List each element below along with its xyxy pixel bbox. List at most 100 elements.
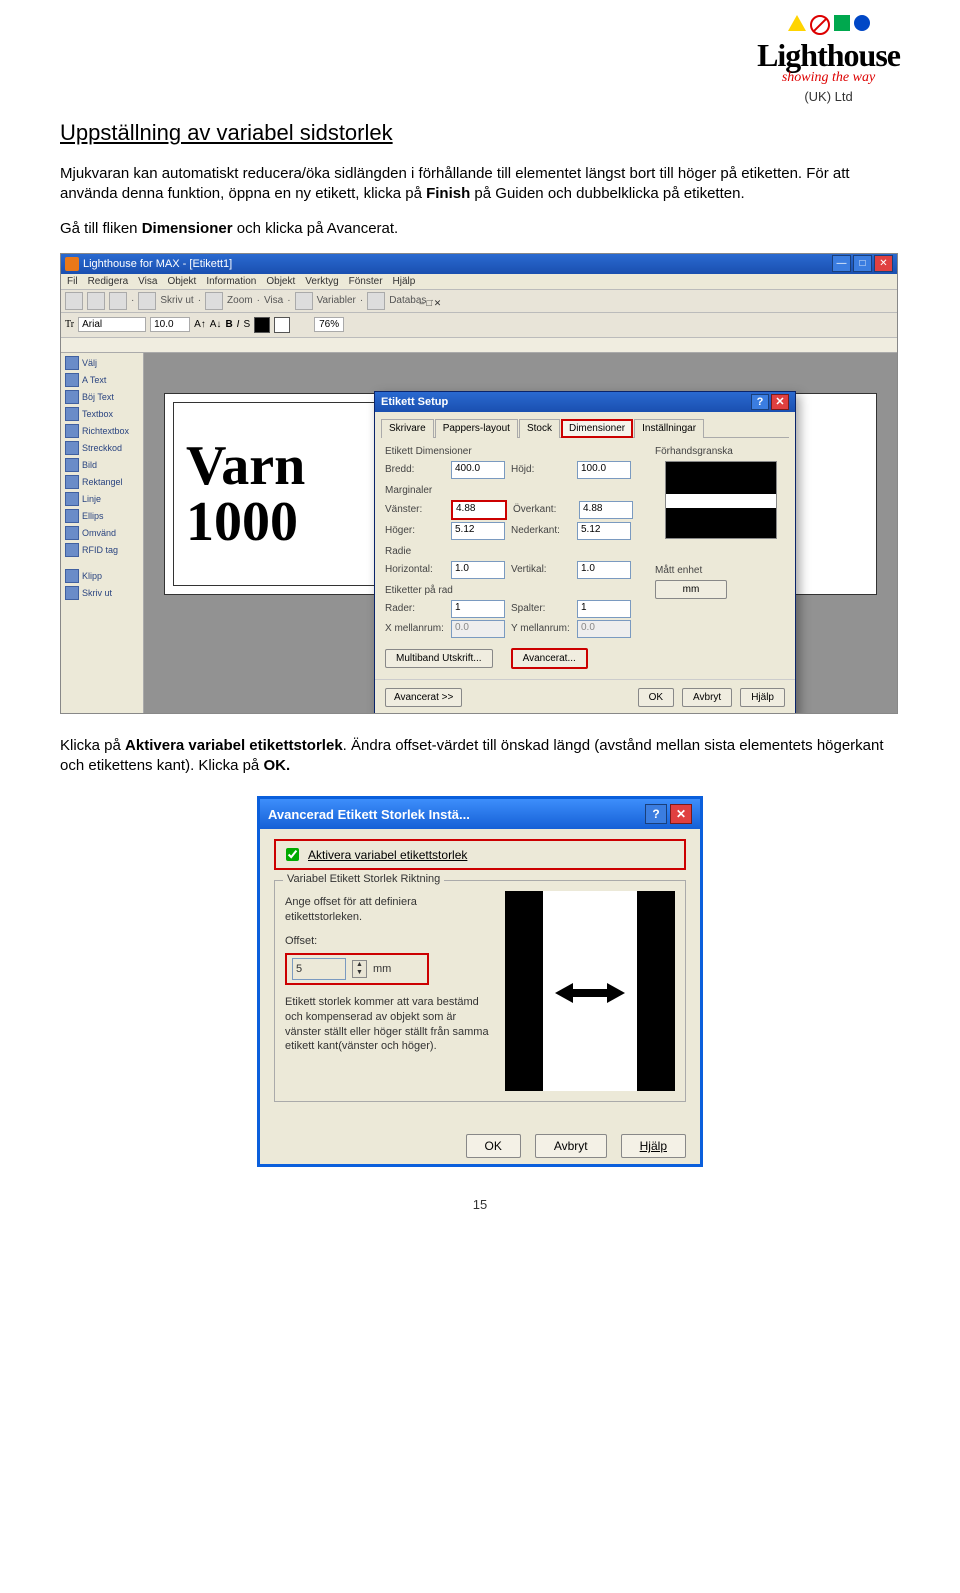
bold: Aktivera variabel etikettstorlek [125,737,343,754]
offset-input[interactable]: 5 [292,958,346,980]
child-max[interactable]: □ [426,298,431,309]
strike-icon[interactable]: S [243,319,250,330]
adv-close-button[interactable]: ✕ [670,804,692,824]
tool-barcode[interactable]: Streckkod [63,440,141,456]
btn-avancerat[interactable]: Avancerat... [511,648,588,669]
inp-hojd[interactable]: 100.0 [577,461,631,479]
tool-invert[interactable]: Omvänd [63,525,141,541]
inp-neder[interactable]: 5.12 [577,522,631,540]
btn-avbryt[interactable]: Avbryt [682,688,732,707]
inp-rader[interactable]: 1 [451,600,505,618]
group-radie: Radie [385,546,645,557]
tb-db-icon[interactable] [367,292,385,310]
btn-hjalp[interactable]: Hjälp [740,688,785,707]
canvas[interactable]: Varn 1000 Etikett Setup ? ✕ Skrivare Pap… [144,353,897,713]
font-size-input[interactable]: 10.0 [150,317,190,332]
direction-fieldset: Variabel Etikett Storlek Riktning Ange o… [274,880,686,1102]
spin-up-icon[interactable]: ▲ [353,961,366,969]
tool-label: Omvänd [82,528,116,538]
preview-box [665,461,777,539]
inp-hoger[interactable]: 5.12 [451,522,505,540]
tool-label: RFID tag [82,545,118,555]
inp-spalter[interactable]: 1 [577,600,631,618]
font-select[interactable]: Arial [78,317,146,332]
lbl-overkant: Överkant: [513,504,573,515]
color-fg[interactable] [254,317,270,333]
menu-verktyg[interactable]: Verktyg [305,276,338,287]
tb-zoom[interactable]: Zoom [227,295,253,306]
tb-visa[interactable]: Visa [264,295,283,306]
activate-checkbox[interactable] [286,848,299,861]
inp-vanster[interactable]: 4.88 [451,500,507,520]
inp-bredd[interactable]: 400.0 [451,461,505,479]
menu-objekt2[interactable]: Objekt [266,276,295,287]
lbl-vanster: Vänster: [385,504,445,515]
tool-arctext[interactable]: Böj Text [63,389,141,405]
tab-papper[interactable]: Pappers-layout [435,419,518,438]
italic-icon[interactable]: I [237,319,240,330]
minimize-button[interactable]: — [832,255,851,272]
bold-icon[interactable]: B [225,319,232,330]
tb-print-icon[interactable] [138,292,156,310]
tool-textbox[interactable]: Textbox [63,406,141,422]
tb-open-icon[interactable] [87,292,105,310]
adv-help-button[interactable]: ? [645,804,667,824]
tab-installningar[interactable]: Inställningar [634,419,704,438]
adv-avbryt-button[interactable]: Avbryt [535,1134,607,1158]
child-close[interactable]: ✕ [434,298,442,309]
tool-line[interactable]: Linje [63,491,141,507]
btn-ok[interactable]: OK [638,688,674,707]
tool-cut[interactable]: Klipp [63,568,141,584]
tool-rfid[interactable]: RFID tag [63,542,141,558]
rfid-icon [65,543,79,557]
menu-fil[interactable]: Fil [67,276,78,287]
menu-fonster[interactable]: Fönster [349,276,383,287]
inp-overkant[interactable]: 4.88 [579,501,633,519]
checkbox-row[interactable]: Aktivera variabel etikettstorlek [274,839,686,870]
menu-hjalp[interactable]: Hjälp [393,276,416,287]
tb-var-icon[interactable] [295,292,313,310]
unit-mm[interactable]: mm [655,580,727,599]
dialog-close-button[interactable]: ✕ [771,394,789,410]
app-screenshot: Lighthouse for MAX - [Etikett1] — □ ✕ Fi… [60,253,898,714]
tb-zoom-icon[interactable] [205,292,223,310]
tool-richtext[interactable]: Richtextbox [63,423,141,439]
offset-spinner[interactable]: ▲▼ [352,960,367,978]
tool-image[interactable]: Bild [63,457,141,473]
btn-expand-advanced[interactable]: Avancerat >> [385,688,462,707]
tab-dimensioner[interactable]: Dimensioner [561,419,633,438]
text: Klicka på [60,737,125,754]
tb-save-icon[interactable] [109,292,127,310]
font-shrink-icon[interactable]: A↓ [210,319,222,330]
menu-redigera[interactable]: Redigera [88,276,129,287]
tool-ellipse[interactable]: Ellips [63,508,141,524]
font-grow-icon[interactable]: A↑ [194,319,206,330]
zoom-value[interactable]: 76% [314,317,344,332]
spin-down-icon[interactable]: ▼ [353,969,366,977]
inp-horiz[interactable]: 1.0 [451,561,505,579]
inp-vert[interactable]: 1.0 [577,561,631,579]
adv-ok-button[interactable]: OK [466,1134,521,1158]
menu-information[interactable]: Information [206,276,256,287]
tool-rect[interactable]: Rektangel [63,474,141,490]
tab-skrivare[interactable]: Skrivare [381,419,434,438]
tool-text[interactable]: A Text [63,372,141,388]
tool-print[interactable]: Skriv ut [63,585,141,601]
paragraph-3: Klicka på Aktivera variabel etikettstorl… [60,736,900,777]
adv-hjalp-button[interactable]: Hjälp [621,1134,686,1158]
tb-new-icon[interactable] [65,292,83,310]
tab-stock[interactable]: Stock [519,419,560,438]
menu-objekt[interactable]: Objekt [167,276,196,287]
inp-xm: 0.0 [451,620,505,638]
tb-skrivut[interactable]: Skriv ut [160,295,193,306]
color-bg[interactable] [274,317,290,333]
maximize-button[interactable]: □ [853,255,872,272]
lbl-hojd: Höjd: [511,464,571,475]
close-button[interactable]: ✕ [874,255,893,272]
child-min[interactable]: – [419,298,424,309]
help-button[interactable]: ? [751,394,769,410]
menu-visa[interactable]: Visa [138,276,157,287]
tb-var[interactable]: Variabler [317,295,356,306]
tool-select[interactable]: Välj [63,355,141,371]
btn-multiband[interactable]: Multiband Utskrift... [385,649,493,668]
